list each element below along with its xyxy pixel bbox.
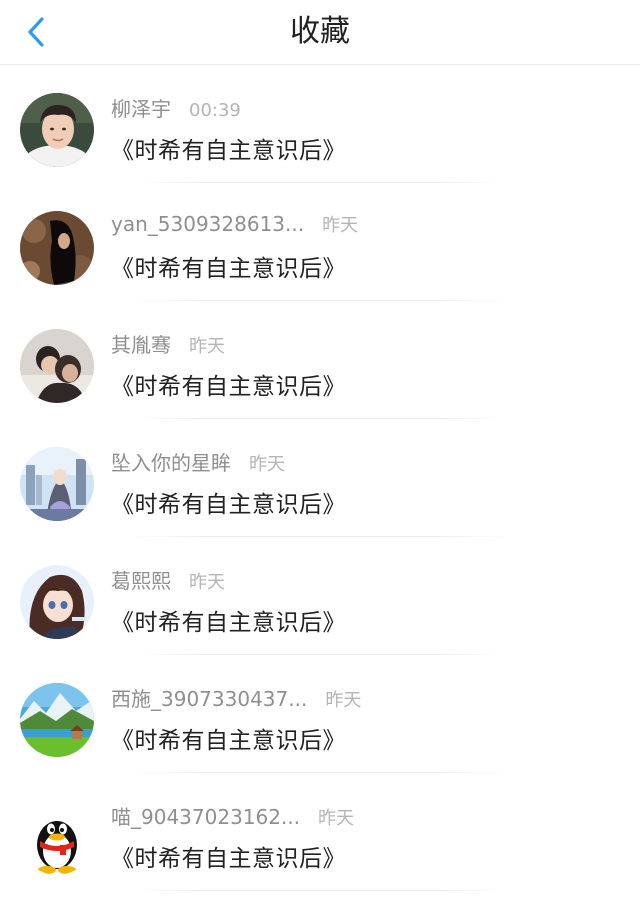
timestamp: 昨天	[249, 454, 285, 475]
user-name[interactable]: 西施_3907330437...	[111, 683, 307, 712]
list-item[interactable]: yan_5309328613... 昨天 《时希有自主意识后》	[0, 183, 640, 301]
list-item[interactable]: 西施_3907330437... 昨天 《时希有自主意识后》	[0, 655, 640, 773]
book-title[interactable]: 《时希有自主意识后》	[111, 131, 346, 165]
book-title[interactable]: 《时希有自主意识后》	[111, 603, 346, 637]
page-title: 收藏	[290, 14, 350, 49]
user-name[interactable]: 其胤骞	[111, 329, 171, 358]
user-name[interactable]: 坠入你的星眸	[111, 447, 231, 476]
item-meta: yan_5309328613... 昨天	[111, 211, 358, 239]
timestamp: 昨天	[189, 572, 225, 593]
avatar[interactable]	[20, 565, 94, 639]
avatar[interactable]	[20, 683, 94, 757]
avatar[interactable]	[20, 801, 94, 875]
item-meta: 葛熙熙 昨天	[111, 565, 225, 593]
user-name[interactable]: 喵_90437023162...	[111, 801, 300, 830]
book-title[interactable]: 《时希有自主意识后》	[111, 367, 346, 401]
user-name[interactable]: 柳泽宇	[111, 93, 171, 122]
favorites-list: 柳泽宇 00:39 《时希有自主意识后》 yan_5309328613... 昨…	[0, 65, 640, 891]
list-item[interactable]: 葛熙熙 昨天 《时希有自主意识后》	[0, 537, 640, 655]
timestamp: 昨天	[322, 215, 359, 236]
book-title[interactable]: 《时希有自主意识后》	[111, 839, 346, 873]
item-meta: 柳泽宇 00:39	[111, 93, 241, 121]
user-name[interactable]: 葛熙熙	[111, 565, 171, 594]
book-title[interactable]: 《时希有自主意识后》	[111, 485, 346, 519]
user-name[interactable]: yan_5309328613...	[111, 212, 304, 236]
timestamp: 昨天	[318, 808, 355, 829]
item-meta: 西施_3907330437... 昨天	[111, 683, 361, 711]
avatar[interactable]	[20, 211, 94, 285]
item-meta: 其胤骞 昨天	[111, 329, 225, 357]
avatar[interactable]	[20, 329, 94, 403]
divider	[130, 890, 510, 891]
timestamp: 昨天	[325, 690, 362, 711]
avatar[interactable]	[20, 447, 94, 521]
list-item[interactable]: 柳泽宇 00:39 《时希有自主意识后》	[0, 65, 640, 183]
book-title[interactable]: 《时希有自主意识后》	[111, 721, 346, 755]
list-item[interactable]: 喵_90437023162... 昨天 《时希有自主意识后》	[0, 773, 640, 891]
list-item[interactable]: 其胤骞 昨天 《时希有自主意识后》	[0, 301, 640, 419]
item-meta: 坠入你的星眸 昨天	[111, 447, 285, 475]
timestamp: 00:39	[189, 100, 241, 121]
list-item[interactable]: 坠入你的星眸 昨天 《时希有自主意识后》	[0, 419, 640, 537]
book-title[interactable]: 《时希有自主意识后》	[111, 249, 346, 283]
item-meta: 喵_90437023162... 昨天	[111, 801, 354, 829]
top-bar: 收藏	[0, 0, 640, 65]
timestamp: 昨天	[189, 336, 225, 357]
avatar[interactable]	[20, 93, 94, 167]
